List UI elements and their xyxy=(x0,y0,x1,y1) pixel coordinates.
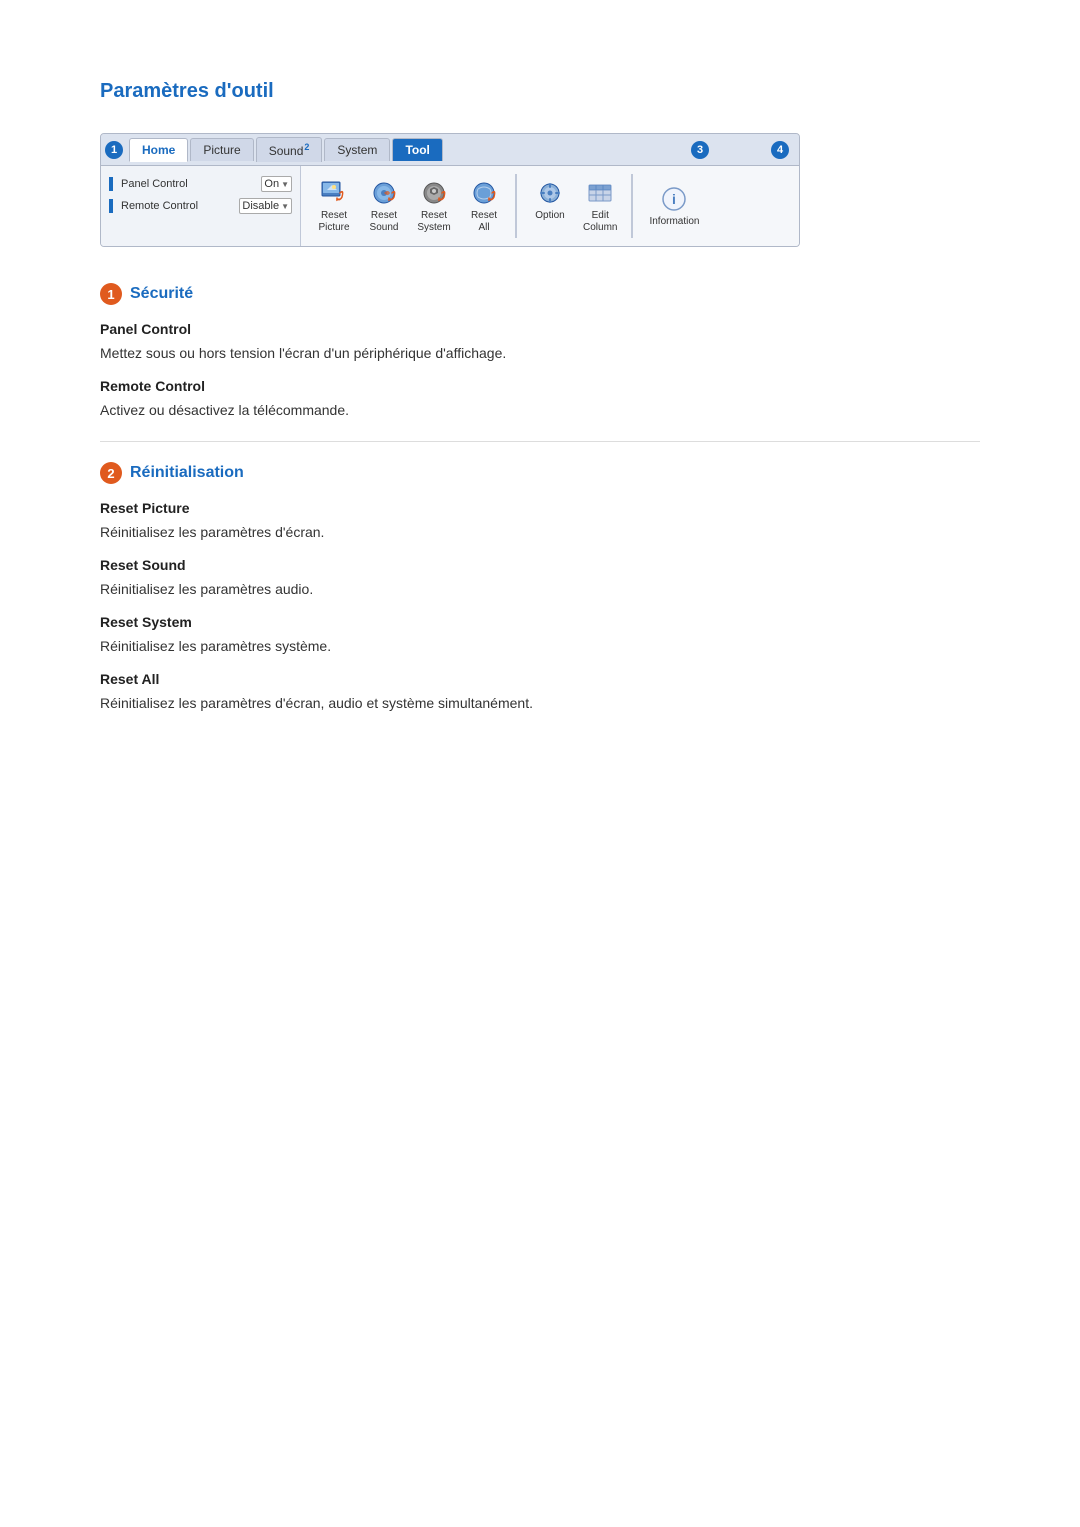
panel-control-label: Panel Control xyxy=(121,178,255,190)
reset-picture-icon xyxy=(317,178,351,208)
section3-buttons: Option xyxy=(527,174,633,238)
section1-number: 1 xyxy=(100,283,122,305)
remote-control-desc: Activez ou désactivez la télécommande. xyxy=(100,400,980,421)
reset-all-icon xyxy=(467,178,501,208)
reset-system-icon xyxy=(417,178,451,208)
reset-all-button[interactable]: ResetAll xyxy=(461,174,507,238)
tab-tool[interactable]: Tool xyxy=(392,138,442,161)
panel-control-title: Panel Control xyxy=(100,321,980,337)
remote-control-value: Disable xyxy=(242,200,279,212)
page-title: Paramètres d'outil xyxy=(100,80,980,103)
remote-control-title: Remote Control xyxy=(100,378,980,394)
badge-2-inline: 2 xyxy=(304,142,309,152)
reset-sound-button[interactable]: ResetSound xyxy=(361,174,407,238)
tab-bar: 1 Home Picture Sound2 System Tool 3 4 xyxy=(101,134,799,166)
svg-text:i: i xyxy=(673,191,677,207)
option-label: Option xyxy=(535,210,564,222)
reset-picture-label: ResetPicture xyxy=(318,210,349,234)
section4-buttons: i Information xyxy=(643,180,705,232)
page-container: Paramètres d'outil 1 Home Picture Sound2… xyxy=(0,0,1080,778)
reset-system-desc: Réinitialisez les paramètres système. xyxy=(100,636,980,657)
reset-sound-title: Reset Sound xyxy=(100,557,980,573)
reset-all-label: ResetAll xyxy=(471,210,497,234)
reset-picture-button[interactable]: ResetPicture xyxy=(311,174,357,238)
reset-system-label: ResetSystem xyxy=(417,210,450,234)
tab-system[interactable]: System xyxy=(324,138,390,161)
ui-screenshot: 1 Home Picture Sound2 System Tool 3 4 Pa… xyxy=(100,133,800,247)
information-button[interactable]: i Information xyxy=(643,180,705,232)
reset-sound-icon xyxy=(367,178,401,208)
panel-control-row: Panel Control On ▼ xyxy=(109,176,292,192)
reset-system-button[interactable]: ResetSystem xyxy=(411,174,457,238)
edit-column-label: EditColumn xyxy=(583,210,617,234)
ui-content: Panel Control On ▼ Remote Control Disabl… xyxy=(101,166,799,246)
option-icon xyxy=(533,178,567,208)
tab-home[interactable]: Home xyxy=(129,138,188,162)
remote-control-select[interactable]: Disable ▼ xyxy=(239,198,292,214)
section2-title: Réinitialisation xyxy=(130,464,244,482)
information-icon: i xyxy=(657,184,691,214)
section-divider xyxy=(100,441,980,442)
badge-3: 3 xyxy=(691,141,709,159)
reset-picture-desc: Réinitialisez les paramètres d'écran. xyxy=(100,522,980,543)
section2-number: 2 xyxy=(100,462,122,484)
panel-control-value: On xyxy=(264,178,279,190)
reset-sound-label: ResetSound xyxy=(370,210,399,234)
section2-header: 2 Réinitialisation xyxy=(100,462,980,484)
badge-4: 4 xyxy=(771,141,789,159)
remote-control-row: Remote Control Disable ▼ xyxy=(109,198,292,214)
panel-select-arrow: ▼ xyxy=(281,180,289,189)
right-panel: ResetPicture xyxy=(301,166,799,246)
panel-control-desc: Mettez sous ou hors tension l'écran d'un… xyxy=(100,343,980,364)
panel-indicator xyxy=(109,177,113,191)
section1-title: Sécurité xyxy=(130,285,193,303)
edit-column-button[interactable]: EditColumn xyxy=(577,174,623,238)
reset-system-title: Reset System xyxy=(100,614,980,630)
badge-1: 1 xyxy=(105,141,123,159)
doc-content: 1 Sécurité Panel Control Mettez sous ou … xyxy=(100,283,980,714)
information-label: Information xyxy=(649,216,699,228)
tab-sound[interactable]: Sound2 xyxy=(256,137,323,162)
tab-picture[interactable]: Picture xyxy=(190,138,253,161)
reset-picture-title: Reset Picture xyxy=(100,500,980,516)
remote-control-label: Remote Control xyxy=(121,200,233,212)
reset-sound-desc: Réinitialisez les paramètres audio. xyxy=(100,579,980,600)
reset-all-desc: Réinitialisez les paramètres d'écran, au… xyxy=(100,693,980,714)
reset-all-title: Reset All xyxy=(100,671,980,687)
left-panel: Panel Control On ▼ Remote Control Disabl… xyxy=(101,166,301,246)
reset-section: ResetPicture xyxy=(311,174,517,238)
remote-indicator xyxy=(109,199,113,213)
edit-column-icon xyxy=(583,178,617,208)
remote-select-arrow: ▼ xyxy=(281,202,289,211)
section1-header: 1 Sécurité xyxy=(100,283,980,305)
panel-control-select[interactable]: On ▼ xyxy=(261,176,292,192)
option-button[interactable]: Option xyxy=(527,174,573,238)
